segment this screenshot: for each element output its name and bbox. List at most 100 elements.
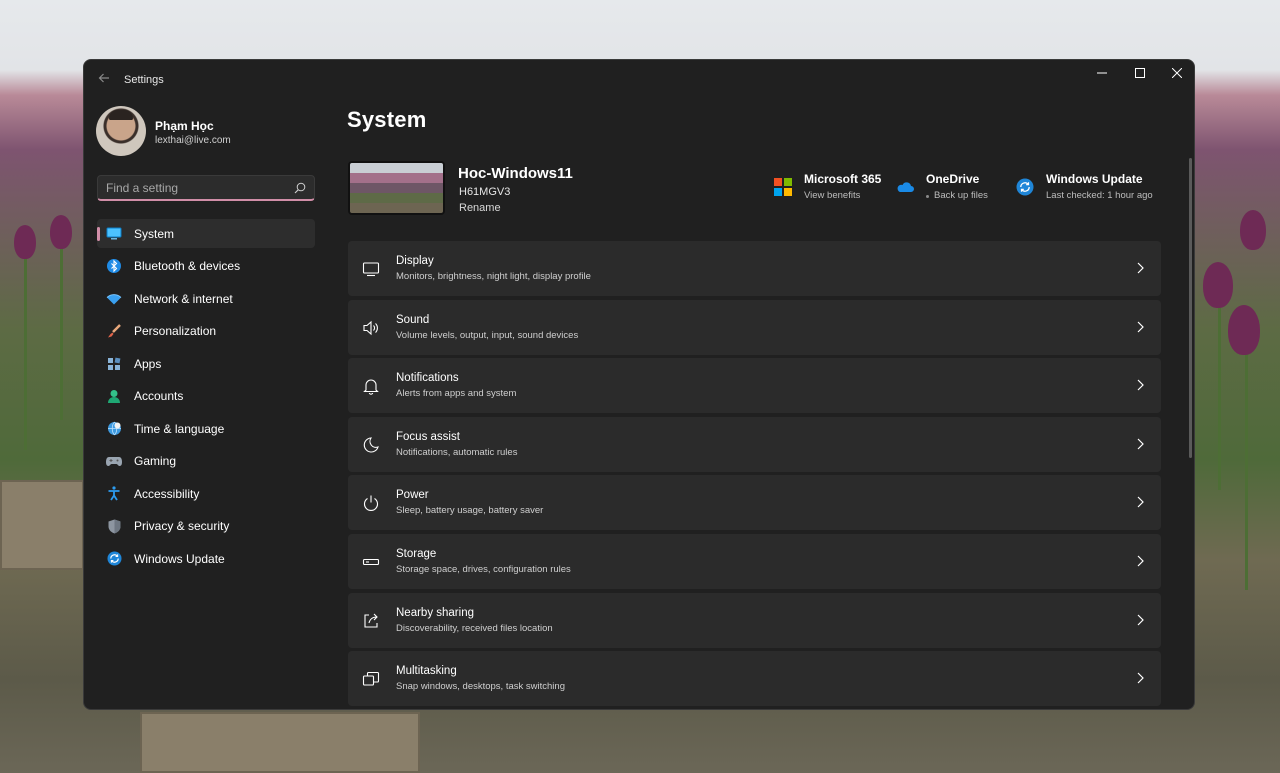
close-icon (1172, 68, 1182, 78)
bluetooth-icon (106, 258, 122, 274)
bell-icon (363, 379, 379, 395)
sidebar-item-label: Time & language (134, 421, 225, 436)
maximize-button[interactable] (1121, 60, 1159, 86)
sidebar-item-privacy[interactable]: Privacy & security (97, 512, 315, 541)
windows-update-icon (1016, 178, 1034, 196)
wifi-icon (106, 291, 122, 307)
search-input[interactable] (98, 176, 288, 200)
setting-subtitle: Alerts from apps and system (396, 388, 517, 400)
setting-focus-assist[interactable]: Focus assist Notifications, automatic ru… (348, 416, 1161, 472)
sidebar-item-network[interactable]: Network & internet (97, 284, 315, 313)
device-name: Hoc-Windows11 (458, 165, 573, 182)
microsoft-365-icon (774, 178, 792, 196)
title-bar: Settings (84, 60, 1194, 98)
quick-link-subtitle: Back up files (934, 190, 988, 201)
settings-window: Settings Phạm Học lexthai@live.com Syste… (83, 59, 1195, 710)
sidebar-item-accounts[interactable]: Accounts (97, 382, 315, 411)
share-icon (364, 613, 378, 628)
display-icon (362, 262, 380, 277)
back-arrow-icon[interactable] (94, 70, 114, 88)
sidebar-item-accessibility[interactable]: Accessibility (97, 479, 315, 508)
chevron-right-icon (1137, 496, 1144, 508)
sidebar-item-label: Gaming (134, 454, 177, 468)
settings-list: Display Monitors, brightness, night ligh… (348, 241, 1161, 709)
setting-display[interactable]: Display Monitors, brightness, night ligh… (348, 241, 1161, 296)
sidebar-item-bluetooth[interactable]: Bluetooth & devices (97, 252, 315, 281)
quick-link-microsoft-365[interactable]: Microsoft 365 View benefits (774, 172, 894, 204)
sidebar-item-gaming[interactable]: Gaming (97, 447, 315, 476)
setting-nearby-sharing[interactable]: Nearby sharing Discoverability, received… (348, 592, 1161, 648)
setting-subtitle: Discoverability, received files location (396, 622, 553, 634)
storage-icon (362, 558, 380, 566)
setting-sound[interactable]: Sound Volume levels, output, input, soun… (348, 299, 1161, 355)
user-profile[interactable]: Phạm Học lexthai@live.com (96, 106, 316, 158)
close-button[interactable] (1158, 60, 1194, 86)
setting-title: Focus assist (396, 430, 460, 443)
setting-subtitle: Sleep, battery usage, battery saver (396, 505, 544, 517)
moon-icon (363, 437, 379, 453)
accessibility-icon (106, 486, 122, 502)
setting-title: Storage (396, 547, 437, 560)
chevron-right-icon (1137, 379, 1144, 391)
chevron-right-icon (1137, 321, 1144, 333)
profile-name: Phạm Học (155, 119, 214, 133)
sidebar-item-label: Network & internet (134, 291, 233, 306)
avatar (96, 106, 146, 156)
chevron-right-icon (1137, 438, 1144, 450)
chevron-right-icon (1137, 262, 1144, 274)
profile-email: lexthai@live.com (155, 135, 231, 146)
system-icon (106, 226, 122, 242)
gamepad-icon (106, 453, 122, 469)
setting-subtitle: Snap windows, desktops, task switching (396, 681, 565, 693)
sidebar-item-label: Windows Update (134, 551, 225, 566)
setting-subtitle: Storage space, drives, configuration rul… (396, 563, 571, 575)
speaker-icon (363, 320, 378, 335)
sidebar-item-time-language[interactable]: Time & language (97, 414, 315, 443)
sidebar-item-label: Bluetooth & devices (134, 259, 241, 273)
minimize-button[interactable] (1083, 60, 1121, 86)
power-icon (363, 495, 379, 512)
setting-title: Multitasking (396, 665, 457, 678)
setting-title: Sound (396, 313, 430, 326)
sidebar-item-label: Apps (134, 356, 162, 371)
quick-link-onedrive[interactable]: OneDrive Back up files (896, 172, 1006, 204)
setting-subtitle: Volume levels, output, input, sound devi… (396, 329, 579, 341)
sidebar-item-apps[interactable]: Apps (97, 349, 315, 378)
sidebar-nav: System Bluetooth & devices Network & int… (97, 219, 315, 577)
person-icon (106, 388, 122, 404)
quick-link-title: Microsoft 365 (804, 172, 882, 186)
setting-storage[interactable]: Storage Storage space, drives, configura… (348, 533, 1161, 589)
sidebar-item-personalization[interactable]: Personalization (97, 317, 315, 346)
quick-link-windows-update[interactable]: Windows Update Last checked: 1 hour ago (1016, 172, 1166, 204)
search-icon[interactable] (294, 182, 306, 194)
brush-icon (106, 323, 122, 339)
quick-link-subtitle: Last checked: 1 hour ago (1046, 190, 1153, 201)
quick-link-title: OneDrive (926, 172, 980, 186)
setting-subtitle: Monitors, brightness, night light, displ… (396, 271, 591, 282)
sidebar-item-windows-update[interactable]: Windows Update (97, 544, 315, 573)
onedrive-icon (897, 182, 914, 192)
setting-title: Notifications (396, 372, 459, 385)
globe-clock-icon (106, 421, 122, 437)
setting-notifications[interactable]: Notifications Alerts from apps and syste… (348, 358, 1161, 414)
rename-link[interactable]: Rename (459, 202, 501, 214)
sidebar-item-label: System (134, 226, 175, 241)
multitasking-icon (362, 672, 380, 686)
minimize-icon (1097, 72, 1107, 74)
chevron-right-icon (1137, 672, 1144, 684)
setting-title: Nearby sharing (396, 606, 474, 619)
chevron-right-icon (1137, 614, 1144, 625)
quick-link-subtitle: View benefits (804, 190, 861, 201)
desktop-wallpaper-thumbnail[interactable] (348, 161, 445, 215)
page-title: System (347, 107, 427, 132)
scrollbar[interactable] (1189, 158, 1192, 458)
sidebar-item-label: Privacy & security (134, 519, 230, 533)
setting-multitasking[interactable]: Multitasking Snap windows, desktops, tas… (348, 651, 1161, 707)
sidebar-item-system[interactable]: System (97, 219, 315, 248)
chevron-right-icon (1137, 555, 1144, 567)
sidebar-item-label: Accounts (134, 389, 184, 403)
update-icon (106, 551, 122, 567)
sidebar-item-label: Accessibility (134, 486, 200, 501)
search-box (97, 175, 315, 201)
setting-power[interactable]: Power Sleep, battery usage, battery save… (348, 475, 1161, 531)
